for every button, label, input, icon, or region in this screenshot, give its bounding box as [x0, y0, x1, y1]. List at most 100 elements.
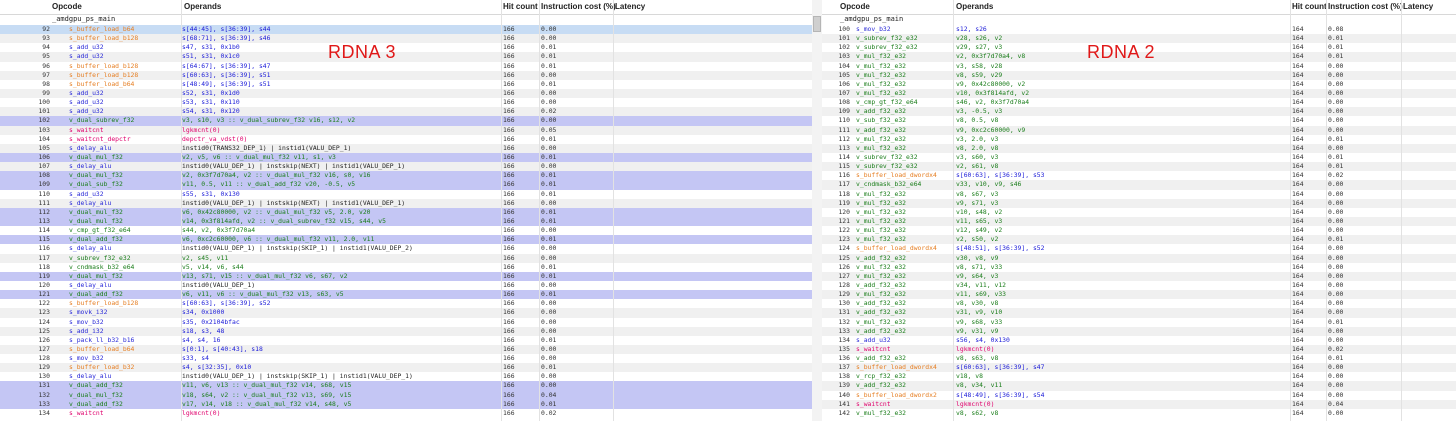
opcode-cell: v_mul_f32_e32	[856, 134, 907, 143]
table-row[interactable]: 104 s_waitcnt_depctr depctr_va_vdst(0) 166 0…	[0, 135, 812, 144]
instruction-cost-cell: 0.00	[1328, 116, 1344, 125]
table-row[interactable]: 114 v_cmp_gt_f32_e64 s44, v2, 0x3f7d70a4 16…	[0, 226, 812, 235]
table-row[interactable]: 112v_mul_f32_e32v3, 2.0, v31640.015 clk	[822, 135, 1456, 144]
instruction-cost-cell: 0.00	[1328, 107, 1344, 116]
header-latency[interactable]: Latency	[615, 2, 645, 11]
table-row[interactable]: 113v_mul_f32_e32v8, 2.0, v81640.001 clk	[822, 143, 1456, 153]
table-row[interactable]: 115v_subrev_f32_e32v2, s61, v81640.0113 …	[822, 162, 1456, 172]
table-row[interactable]: 127v_mul_f32_e32v9, s64, v31640.001 clk	[822, 271, 1456, 281]
table-row[interactable]: 125v_add_f32_e32v30, v8, v91640.002 clk	[822, 253, 1456, 263]
table-row[interactable]: 97 s_buffer_load_b128 s[60:63], s[36:39], …	[0, 70, 812, 80]
table-row[interactable]: 100s_mov_b32s12, s261640.0870 clk	[822, 25, 1456, 34]
table-row[interactable]: 108 v_cmp_gt_f32_e64 s46, v2, 0x3f7d70a4 16…	[822, 98, 1456, 107]
table-row[interactable]: 124s_mov_b32s35, 0x2104bfac1660.002 clk	[0, 318, 812, 327]
table-row[interactable]: 127 s_buffer_load_b64 s[0:1], s[40:43], s1…	[0, 344, 812, 355]
table-row[interactable]: 122 s_buffer_load_b128 s[60:63], s[36:39],…	[0, 299, 812, 308]
table-row[interactable]: 121 v_dual_add_f32 v6, v11, v6 :: v_dual_m…	[0, 290, 812, 300]
table-row[interactable]: 110s_add_u32s55, s31, 0x1301660.014 clk	[0, 190, 812, 199]
table-row[interactable]: 119 v_dual_mul_f32 v13, s71, v15 :: v_dual…	[0, 271, 812, 281]
hit-count-cell: 166	[503, 25, 515, 33]
table-row[interactable]: 94s_add_u32s47, s31, 0x1b01660.012 clk	[0, 43, 812, 52]
table-row[interactable]: 111 v_add_f32_e32 v9, 0xc2c60000, v9 164 0.0…	[822, 125, 1456, 135]
header-hit-count[interactable]: Hit count	[503, 2, 538, 11]
table-row[interactable]: 124 s_buffer_load_dwordx4 s[48:51], s[36:3…	[822, 244, 1456, 253]
table-row[interactable]: 132v_mul_f32_e32v9, s68, v331640.015 clk	[822, 318, 1456, 327]
table-row[interactable]: 118 v_cndmask_b32_e64 v5, v14, v6, s44 166 0…	[0, 263, 812, 272]
table-row[interactable]: 134s_waitcntlgkmcnt(0)1660.0221 clk	[0, 409, 812, 418]
table-row[interactable]: 133 v_dual_add_f32 v17, v14, v18 :: v_dual…	[0, 399, 812, 409]
table-row[interactable]: 106 v_dual_mul_f32 v2, v5, v6 :: v_dual_mu…	[0, 152, 812, 163]
table-row[interactable]: 120 s_delay_alu instid0(VALU_DEP_1) 166 0.00	[0, 281, 812, 290]
table-row[interactable]: 121v_mul_f32_e32v11, s65, v31640.002 clk	[822, 216, 1456, 227]
header-instruction-cost[interactable]: Instruction cost (%)	[541, 2, 616, 11]
table-row[interactable]: 101s_add_u32s54, s31, 0x1201660.0221 clk	[0, 107, 812, 117]
table-row[interactable]: 111 s_delay_alu instid0(VALU_DEP_1) | inst…	[0, 198, 812, 208]
table-row[interactable]: 130 s_delay_alu instid0(VALU_DEP_1) | inst…	[0, 372, 812, 381]
table-row[interactable]: 105 s_delay_alu instid0(TRANS32_DEP_1) | i…	[0, 143, 812, 153]
header-opcode[interactable]: Opcode	[840, 2, 870, 11]
table-row[interactable]: 137 s_buffer_load_dwordx4 s[60:63], s[36:3…	[822, 363, 1456, 373]
header-hit-count[interactable]: Hit count	[1292, 2, 1327, 11]
table-row[interactable]: 117 v_cndmask_b32_e64 v33, v10, v9, s46 164…	[822, 180, 1456, 190]
table-row[interactable]: 126s_pack_ll_b32_b16s4, s4, 161660.0112 …	[0, 336, 812, 345]
table-row[interactable]: 131 v_dual_add_f32 v11, v6, v13 :: v_dual_…	[0, 381, 812, 391]
header-instruction-cost[interactable]: Instruction cost (%)	[1328, 2, 1403, 11]
table-row[interactable]: 142v_mul_f32_e32v8, s62, v81640.001 clk	[822, 409, 1456, 418]
table-row[interactable]: 129v_mul_f32_e32v11, s69, v331640.002 cl…	[822, 290, 1456, 300]
table-row[interactable]: 130v_add_f32_e32v8, v30, v81640.001 clk	[822, 299, 1456, 308]
table-row[interactable]: 92 s_buffer_load_b64 s[44:45], s[36:39], s…	[0, 25, 812, 35]
table-row[interactable]: 117v_subrev_f32_e32v2, s45, v111660.002 …	[0, 253, 812, 263]
table-row[interactable]: 105v_mul_f32_e32v8, s59, v291640.003 clk	[822, 70, 1456, 80]
header-operands[interactable]: Operands	[956, 2, 993, 11]
table-row[interactable]: 96 s_buffer_load_b128 s[64:67], s[36:39], …	[0, 62, 812, 71]
table-row[interactable]: 136v_add_f32_e32v8, s63, v81640.0110 clk	[822, 354, 1456, 363]
header-opcode[interactable]: Opcode	[52, 2, 82, 11]
table-row[interactable]: 102 v_dual_subrev_f32 v3, s10, v3 :: v_dua…	[0, 116, 812, 126]
table-row[interactable]: 109v_add_f32_e32v3, -0.5, v31640.001 clk	[822, 107, 1456, 117]
table-row[interactable]: 113 v_dual_mul_f32 v14, 0x3f814afd, v2 :: …	[0, 216, 812, 227]
table-row[interactable]: 123s_movk_i32s34, 0x10001660.002 clk	[0, 308, 812, 318]
table-row[interactable]: 125s_add_i32s18, s3, 481660.002 clk	[0, 326, 812, 336]
table-row[interactable]: 106 v_mul_f32_e32 v9, 0x42c80000, v2 164 0.0…	[822, 80, 1456, 89]
table-row[interactable]: 122v_mul_f32_e32v12, s49, v21640.002 clk	[822, 226, 1456, 235]
table-row[interactable]: 100s_add_u32s53, s31, 0x1101660.002 clk	[0, 98, 812, 107]
table-row[interactable]: 133v_add_f32_e32v9, v31, v91640.001 clk	[822, 326, 1456, 336]
table-row[interactable]: 120v_mul_f32_e32v10, s48, v21640.002 clk	[822, 208, 1456, 217]
table-row[interactable]: 114v_subrev_f32_e32v3, s60, v31640.015 c…	[822, 153, 1456, 162]
hit-count-cell: 166	[503, 162, 515, 171]
header-operands[interactable]: Operands	[184, 2, 221, 11]
table-row[interactable]: 139v_add_f32_e32v8, v34, v111640.002 clk	[822, 381, 1456, 391]
scrollbar-thumb[interactable]	[813, 16, 821, 32]
table-row[interactable]: 107 v_mul_f32_e32 v10, 0x3f814afd, v2 164 0.…	[822, 88, 1456, 99]
header-latency[interactable]: Latency	[1403, 2, 1433, 11]
table-row[interactable]: 107 s_delay_alu instid0(VALU_DEP_1) | inst…	[0, 162, 812, 172]
table-row[interactable]: 140 s_buffer_load_dwordx2 s[48:49], s[36:3…	[822, 391, 1456, 400]
table-row[interactable]: 116 s_buffer_load_dwordx4 s[60:63], s[36:3…	[822, 171, 1456, 180]
table-row[interactable]: 116 s_delay_alu instid0(VALU_DEP_1) | inst…	[0, 244, 812, 253]
table-row[interactable]: 118v_mul_f32_e32v8, s67, v31640.001 clk	[822, 190, 1456, 199]
opcode-cell: v_add_f32_e32	[856, 354, 907, 363]
line-number: 110	[38, 189, 50, 198]
table-row[interactable]: 119v_mul_f32_e32v9, s71, v31640.001 clk	[822, 198, 1456, 208]
table-row[interactable]: 128v_add_f32_e32v34, v11, v121640.002 cl…	[822, 281, 1456, 290]
table-row[interactable]: 115 v_dual_add_f32 v6, 0xc2c60000, v6 :: v…	[0, 235, 812, 245]
table-row[interactable]: 108 v_dual_mul_f32 v2, 0x3f7d70a4, v2 :: v…	[0, 171, 812, 181]
table-row[interactable]: 138v_rcp_f32_e32v18, v81640.004 clk	[822, 372, 1456, 381]
table-row[interactable]: 126v_mul_f32_e32v8, s71, v331640.002 clk	[822, 263, 1456, 272]
table-row[interactable]: 98 s_buffer_load_b64 s[48:49], s[36:39], s…	[0, 80, 812, 89]
table-row[interactable]: 103s_waitcntlgkmcnt(0)1660.0545 clk	[0, 125, 812, 135]
table-row[interactable]: 123v_mul_f32_e32v2, s50, v21640.019 clk	[822, 235, 1456, 245]
table-row[interactable]: 99s_add_u32s52, s31, 0x1d01660.001 clk	[0, 88, 812, 99]
table-row[interactable]: 128s_mov_b32s33, s41660.002 clk	[0, 354, 812, 363]
table-row[interactable]: 109 v_dual_sub_f32 v11, 0.5, v11 :: v_dual…	[0, 180, 812, 190]
table-row[interactable]: 112 v_dual_mul_f32 v6, 0x42c80000, v2 :: v…	[0, 207, 812, 217]
table-row[interactable]: 93 s_buffer_load_b128 s[68:71], s[36:39], …	[0, 34, 812, 44]
table-row[interactable]: 135s_waitcntlgkmcnt(0)1640.0221 clk	[822, 344, 1456, 355]
table-row[interactable]: 141s_waitcntlgkmcnt(0)1640.0437 clk	[822, 399, 1456, 409]
table-row[interactable]: 132 v_dual_mul_f32 v18, s64, v2 :: v_dual_…	[0, 390, 812, 400]
table-row[interactable]: 134s_add_u32s56, s4, 0x1301640.001 clk	[822, 336, 1456, 345]
table-row[interactable]: 95s_add_u32s51, s31, 0x1c01660.0112 clk	[0, 52, 812, 62]
table-row[interactable]: 131v_add_f32_e32v31, v9, v101640.002 clk	[822, 308, 1456, 318]
table-row[interactable]: 110v_sub_f32_e32v8, 0.5, v81640.001 clk	[822, 116, 1456, 125]
table-row[interactable]: 129 s_buffer_load_b32 s4, s[32:35], 0x10 16…	[0, 363, 812, 373]
